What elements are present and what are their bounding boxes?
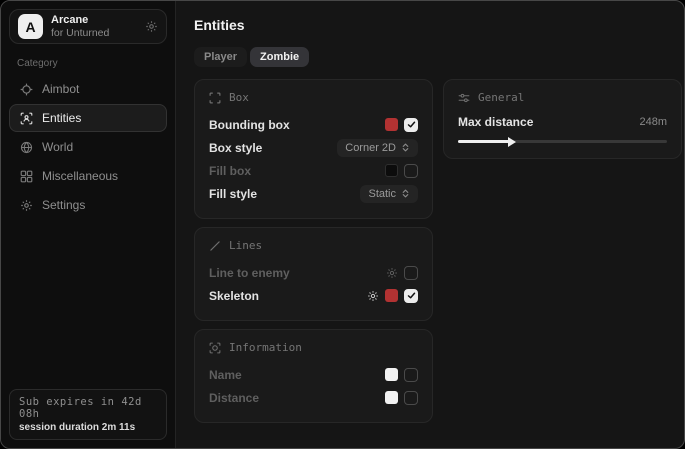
sub-expiry-text: Sub expires in 42d 08h xyxy=(19,396,157,420)
setting-label: Line to enemy xyxy=(209,266,290,280)
left-column: Box Bounding box Box style xyxy=(194,79,433,423)
grid-icon xyxy=(20,170,33,183)
category-label: Category xyxy=(17,58,167,69)
max-distance-label: Max distance xyxy=(458,115,533,129)
setting-row-name: Name xyxy=(209,363,418,386)
subscription-info-card: Sub expires in 42d 08h session duration … xyxy=(9,389,167,440)
gear-icon[interactable] xyxy=(145,20,158,33)
checkbox-checked[interactable] xyxy=(404,118,418,132)
sidebar-item-miscellaneous[interactable]: Miscellaneous xyxy=(9,162,167,190)
checkbox-checked[interactable] xyxy=(404,289,418,303)
entity-tabs: Player Zombie xyxy=(194,47,682,67)
color-swatch[interactable] xyxy=(385,164,398,177)
session-duration-text: session duration 2m 11s xyxy=(19,422,157,433)
chevron-sort-icon xyxy=(401,143,410,152)
app-logo-card: A Arcane for Unturned xyxy=(9,9,167,44)
tab-player[interactable]: Player xyxy=(194,47,247,67)
app-subtitle: for Unturned xyxy=(51,27,137,39)
checkbox-unchecked[interactable] xyxy=(404,391,418,405)
sidebar-item-entities[interactable]: Entities xyxy=(9,104,167,132)
sidebar-nav: Aimbot Entities World xyxy=(9,75,167,219)
color-swatch[interactable] xyxy=(385,118,398,131)
max-distance-slider[interactable] xyxy=(458,140,667,143)
color-swatch[interactable] xyxy=(385,368,398,381)
setting-row-bounding-box: Bounding box xyxy=(209,113,418,136)
color-swatch[interactable] xyxy=(385,391,398,404)
sidebar-item-aimbot[interactable]: Aimbot xyxy=(9,75,167,103)
setting-label: Box style xyxy=(209,141,262,155)
fill-style-dropdown[interactable]: Static xyxy=(360,185,418,203)
app-title-block: Arcane for Unturned xyxy=(51,14,137,39)
box-card-header: Box xyxy=(209,91,418,104)
max-distance-row: Max distance 248m xyxy=(458,113,667,131)
setting-row-distance: Distance xyxy=(209,386,418,409)
page-title: Entities xyxy=(194,17,682,33)
main-panel: Entities Player Zombie Box xyxy=(176,1,685,448)
general-card-title: General xyxy=(478,91,524,104)
general-card-header: General xyxy=(458,91,667,104)
sliders-icon xyxy=(458,92,470,104)
information-card: Information Name Distance xyxy=(194,329,433,423)
setting-row-box-style: Box style Corner 2D xyxy=(209,136,418,159)
sidebar-item-settings[interactable]: Settings xyxy=(9,191,167,219)
setting-label: Name xyxy=(209,368,242,382)
sidebar-item-label: Aimbot xyxy=(42,82,79,96)
box-card: Box Bounding box Box style xyxy=(194,79,433,219)
sidebar: A Arcane for Unturned Category A xyxy=(1,1,176,448)
diagonal-line-icon xyxy=(209,240,221,252)
box-style-dropdown[interactable]: Corner 2D xyxy=(337,139,418,157)
checkbox-unchecked[interactable] xyxy=(404,164,418,178)
gear-icon xyxy=(20,199,33,212)
dropdown-value: Static xyxy=(368,188,396,200)
app-window: A Arcane for Unturned Category A xyxy=(0,0,685,449)
color-swatch[interactable] xyxy=(385,289,398,302)
scan-circle-icon xyxy=(209,342,221,354)
sidebar-item-label: World xyxy=(42,140,73,154)
globe-icon xyxy=(20,141,33,154)
tab-zombie[interactable]: Zombie xyxy=(250,47,309,67)
dropdown-value: Corner 2D xyxy=(345,142,396,154)
setting-label: Bounding box xyxy=(209,118,290,132)
slider-fill xyxy=(458,140,510,143)
information-card-title: Information xyxy=(229,341,302,354)
sidebar-item-label: Miscellaneous xyxy=(42,169,118,183)
right-column: General Max distance 248m xyxy=(443,79,682,159)
slider-thumb[interactable] xyxy=(508,137,516,147)
app-name: Arcane xyxy=(51,14,137,27)
lines-card-header: Lines xyxy=(209,239,418,252)
setting-row-line-to-enemy: Line to enemy xyxy=(209,261,418,284)
gear-icon[interactable] xyxy=(367,290,379,302)
sidebar-item-label: Entities xyxy=(42,111,81,125)
chevron-sort-icon xyxy=(401,189,410,198)
entity-scan-icon xyxy=(20,112,33,125)
setting-label: Skeleton xyxy=(209,289,259,303)
sidebar-item-world[interactable]: World xyxy=(9,133,167,161)
setting-row-fill-style: Fill style Static xyxy=(209,182,418,205)
lines-card: Lines Line to enemy xyxy=(194,227,433,321)
box-card-title: Box xyxy=(229,91,249,104)
setting-label: Fill style xyxy=(209,187,257,201)
setting-label: Distance xyxy=(209,391,259,405)
lines-card-title: Lines xyxy=(229,239,262,252)
box-corners-icon xyxy=(209,92,221,104)
setting-row-fill-box: Fill box xyxy=(209,159,418,182)
max-distance-value: 248m xyxy=(639,116,667,128)
checkbox-unchecked[interactable] xyxy=(404,368,418,382)
app-logo: A xyxy=(18,14,43,39)
sidebar-item-label: Settings xyxy=(42,198,85,212)
gear-icon[interactable] xyxy=(386,267,398,279)
general-card: General Max distance 248m xyxy=(443,79,682,159)
setting-label: Fill box xyxy=(209,164,251,178)
information-card-header: Information xyxy=(209,341,418,354)
crosshair-icon xyxy=(20,83,33,96)
checkbox-unchecked[interactable] xyxy=(404,266,418,280)
setting-row-skeleton: Skeleton xyxy=(209,284,418,307)
